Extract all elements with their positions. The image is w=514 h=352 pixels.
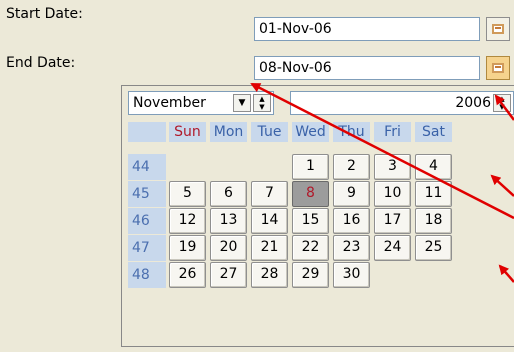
day-cell[interactable]: 16: [333, 208, 370, 234]
day-cell[interactable]: 25: [415, 235, 452, 261]
month-select[interactable]: November ▼ ▲ ▼: [128, 91, 274, 115]
day-cell[interactable]: 4: [415, 154, 452, 180]
day-cell[interactable]: 9: [333, 181, 370, 207]
spin-down-icon[interactable]: ▼: [254, 103, 270, 111]
week-number: 47: [128, 235, 166, 261]
day-header-tue: Tue: [251, 122, 288, 142]
month-select-value: November: [133, 95, 206, 111]
end-date-calendar-button[interactable]: [486, 56, 510, 80]
day-cell[interactable]: 18: [415, 208, 452, 234]
day-cell[interactable]: 15: [292, 208, 329, 234]
start-date-label: Start Date:: [6, 6, 83, 22]
day-cell[interactable]: 23: [333, 235, 370, 261]
week-number: 45: [128, 181, 166, 207]
month-spinner[interactable]: ▲ ▼: [253, 94, 271, 112]
end-date-label: End Date:: [6, 55, 76, 71]
calendar-icon: [492, 63, 504, 73]
day-cell[interactable]: 29: [292, 262, 329, 288]
calendar-icon: [492, 24, 504, 34]
spin-down-icon[interactable]: ▼: [494, 103, 510, 111]
day-cell[interactable]: 2: [333, 154, 370, 180]
day-cell[interactable]: 26: [169, 262, 206, 288]
week-number-header: [128, 122, 166, 142]
day-cell[interactable]: 14: [251, 208, 288, 234]
day-cell[interactable]: 19: [169, 235, 206, 261]
day-cell[interactable]: 1: [292, 154, 329, 180]
day-cell[interactable]: 13: [210, 208, 247, 234]
week-number: 44: [128, 154, 166, 180]
day-cell[interactable]: 12: [169, 208, 206, 234]
year-input-value: 2006: [455, 95, 491, 111]
day-cell[interactable]: 28: [251, 262, 288, 288]
chevron-down-icon[interactable]: ▼: [233, 94, 251, 112]
start-date-field[interactable]: 01-Nov-06: [254, 17, 480, 41]
day-header-wed: Wed: [292, 122, 329, 142]
week-number: 48: [128, 262, 166, 288]
day-cell[interactable]: 22: [292, 235, 329, 261]
day-header-sat: Sat: [415, 122, 452, 142]
day-cell[interactable]: 24: [374, 235, 411, 261]
year-input[interactable]: 2006 ▲ ▼: [290, 91, 514, 115]
day-header-fri: Fri: [374, 122, 411, 142]
day-cell[interactable]: 3: [374, 154, 411, 180]
day-cell[interactable]: 8: [292, 181, 329, 207]
day-cell[interactable]: 5: [169, 181, 206, 207]
day-cell[interactable]: 30: [333, 262, 370, 288]
day-cell[interactable]: 27: [210, 262, 247, 288]
day-cell[interactable]: 11: [415, 181, 452, 207]
date-picker-popup: November ▼ ▲ ▼ 2006 ▲ ▼ Sun Mon Tue Wed Thu F…: [121, 85, 514, 347]
day-cell[interactable]: 17: [374, 208, 411, 234]
day-cell[interactable]: 21: [251, 235, 288, 261]
day-cell[interactable]: 7: [251, 181, 288, 207]
spin-up-icon[interactable]: ▲: [254, 95, 270, 103]
end-date-field[interactable]: 08-Nov-06: [254, 56, 480, 80]
week-number: 46: [128, 208, 166, 234]
day-cell[interactable]: 10: [374, 181, 411, 207]
day-cell[interactable]: 6: [210, 181, 247, 207]
year-spinner[interactable]: ▲ ▼: [493, 94, 511, 112]
start-date-calendar-button[interactable]: [486, 17, 510, 41]
day-cell[interactable]: 20: [210, 235, 247, 261]
day-header-sun: Sun: [169, 122, 206, 142]
day-header-mon: Mon: [210, 122, 247, 142]
spin-up-icon[interactable]: ▲: [494, 95, 510, 103]
day-header-thu: Thu: [333, 122, 370, 142]
